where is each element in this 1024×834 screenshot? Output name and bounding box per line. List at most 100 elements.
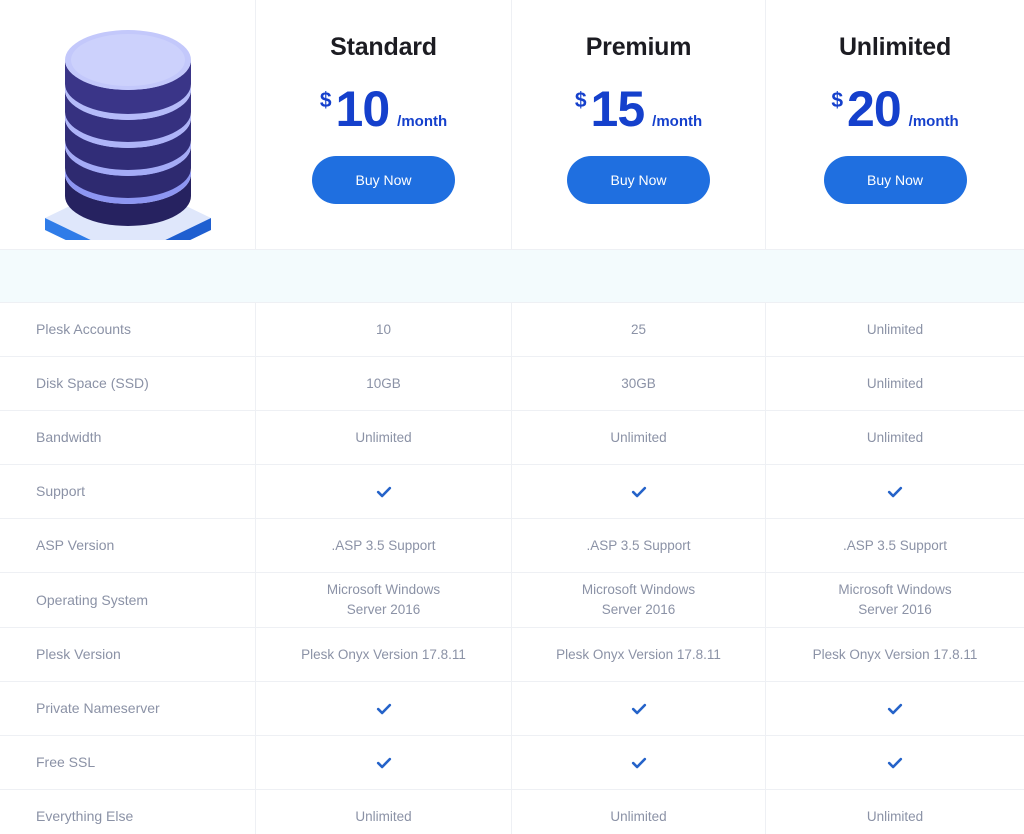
feature-label-cell: Everything Else <box>0 790 256 834</box>
table-row: Support <box>0 465 1024 519</box>
feature-value-cell: Unlimited <box>256 411 512 464</box>
feature-value: .ASP 3.5 Support <box>331 537 436 553</box>
feature-label-cell: Private Nameserver <box>0 682 256 735</box>
feature-label: Disk Space (SSD) <box>36 375 149 392</box>
price-period: /month <box>908 113 959 130</box>
feature-value: Microsoft Windows Server 2016 <box>326 582 441 617</box>
feature-value: Microsoft Windows Server 2016 <box>581 582 696 617</box>
feature-value-cell: 30GB <box>512 357 766 410</box>
feature-label-cell: Operating System <box>0 573 256 627</box>
table-row: Plesk Version Plesk Onyx Version 17.8.11 P… <box>0 628 1024 682</box>
plan-title: Premium <box>585 33 692 61</box>
feature-value-cell <box>256 736 512 789</box>
feature-value: Unlimited <box>866 429 924 445</box>
feature-label-cell: ASP Version <box>0 519 256 572</box>
feature-value: Unlimited <box>866 808 924 824</box>
plan-title: Unlimited <box>838 33 952 61</box>
feature-label: Everything Else <box>36 808 134 825</box>
feature-value: Unlimited <box>610 429 667 445</box>
table-row: Bandwidth Unlimited Unlimited Unlimited <box>0 411 1024 465</box>
feature-value-cell: .ASP 3.5 Support <box>512 519 766 572</box>
feature-label: Plesk Version <box>36 646 121 663</box>
buy-now-button-premium[interactable]: Buy Now <box>567 156 710 204</box>
feature-label: ASP Version <box>36 537 115 554</box>
feature-value: Plesk Onyx Version 17.8.11 <box>556 646 721 662</box>
feature-value-cell <box>512 736 766 789</box>
feature-value: .ASP 3.5 Support <box>842 537 948 553</box>
feature-value-cell <box>256 682 512 735</box>
table-row: Free SSL <box>0 736 1024 790</box>
feature-value-cell: .ASP 3.5 Support <box>766 519 1024 572</box>
plans-header-row: Standard $ 10 /month Buy Now Premium $ 1… <box>0 0 1024 249</box>
price-amount: 20 <box>847 81 902 137</box>
feature-label: Plesk Accounts <box>36 321 131 338</box>
feature-value-cell: Unlimited <box>512 411 766 464</box>
plan-header-unlimited: Unlimited $ 20 /month Buy Now <box>766 0 1024 249</box>
section-separator-band <box>0 249 1024 303</box>
feature-value-cell: Unlimited <box>766 303 1024 356</box>
checkmark-icon <box>376 703 391 714</box>
checkmark-icon <box>631 486 646 497</box>
feature-label: Free SSL <box>36 754 96 771</box>
feature-value-cell: Microsoft Windows Server 2016 <box>766 573 1024 627</box>
feature-value: Unlimited <box>355 808 412 824</box>
checkmark-icon <box>376 486 391 497</box>
feature-value-cell: Unlimited <box>766 790 1024 834</box>
plan-header-standard: Standard $ 10 /month Buy Now <box>256 0 512 249</box>
feature-value-cell <box>766 736 1024 789</box>
feature-value: Unlimited <box>866 321 924 337</box>
feature-label: Private Nameserver <box>36 700 160 717</box>
buy-now-button-unlimited[interactable]: Buy Now <box>823 156 967 204</box>
feature-value: .ASP 3.5 Support <box>586 537 691 553</box>
feature-label: Bandwidth <box>36 429 102 446</box>
feature-value: Microsoft Windows Server 2016 <box>838 582 952 617</box>
feature-label-cell: Support <box>0 465 256 518</box>
feature-value: Unlimited <box>866 375 924 391</box>
buy-now-button-standard[interactable]: Buy Now <box>312 156 455 204</box>
feature-value: 10 <box>375 321 392 337</box>
plan-price: $ 20 /month <box>831 84 958 134</box>
plan-price: $ 10 /month <box>320 84 447 134</box>
feature-label: Support <box>36 483 86 500</box>
currency-symbol: $ <box>574 89 587 112</box>
feature-value-cell: 25 <box>512 303 766 356</box>
feature-value: 10GB <box>366 375 401 391</box>
feature-value-cell: .ASP 3.5 Support <box>256 519 512 572</box>
price-amount: 10 <box>335 81 391 137</box>
plan-title: Standard <box>330 33 437 61</box>
checkmark-icon <box>887 703 903 714</box>
price-amount: 15 <box>590 81 646 137</box>
table-row: Plesk Accounts 10 25 Unlimited <box>0 303 1024 357</box>
feature-value: Unlimited <box>610 808 667 824</box>
feature-value-cell: Unlimited <box>766 357 1024 410</box>
plan-price: $ 15 /month <box>575 84 702 134</box>
feature-value-cell: Microsoft Windows Server 2016 <box>512 573 766 627</box>
feature-label-cell: Disk Space (SSD) <box>0 357 256 410</box>
feature-value: 30GB <box>621 375 656 391</box>
table-row: Disk Space (SSD) 10GB 30GB Unlimited <box>0 357 1024 411</box>
feature-value-cell: Unlimited <box>512 790 766 834</box>
feature-rows-container: Plesk Accounts 10 25 Unlimited Disk Space (S… <box>0 303 1024 834</box>
feature-label-cell: Plesk Version <box>0 628 256 681</box>
feature-value-cell: Unlimited <box>256 790 512 834</box>
checkmark-icon <box>887 486 903 497</box>
checkmark-icon <box>376 757 391 768</box>
feature-value-cell: Microsoft Windows Server 2016 <box>256 573 512 627</box>
feature-value-cell <box>766 682 1024 735</box>
brand-icon-cell <box>0 0 256 249</box>
currency-symbol: $ <box>831 89 844 112</box>
feature-value-cell: 10GB <box>256 357 512 410</box>
feature-value-cell <box>512 465 766 518</box>
feature-value: Unlimited <box>355 429 412 445</box>
feature-value: Plesk Onyx Version 17.8.11 <box>301 646 466 662</box>
feature-value: 25 <box>630 321 647 337</box>
table-row: ASP Version .ASP 3.5 Support .ASP 3.5 Supp… <box>0 519 1024 573</box>
feature-value-cell: 10 <box>256 303 512 356</box>
price-period: /month <box>397 113 448 130</box>
feature-label-cell: Free SSL <box>0 736 256 789</box>
database-stack-icon <box>44 30 211 240</box>
feature-label-cell: Plesk Accounts <box>0 303 256 356</box>
checkmark-icon <box>631 703 646 714</box>
feature-label: Operating System <box>36 591 149 608</box>
currency-symbol: $ <box>319 89 332 112</box>
